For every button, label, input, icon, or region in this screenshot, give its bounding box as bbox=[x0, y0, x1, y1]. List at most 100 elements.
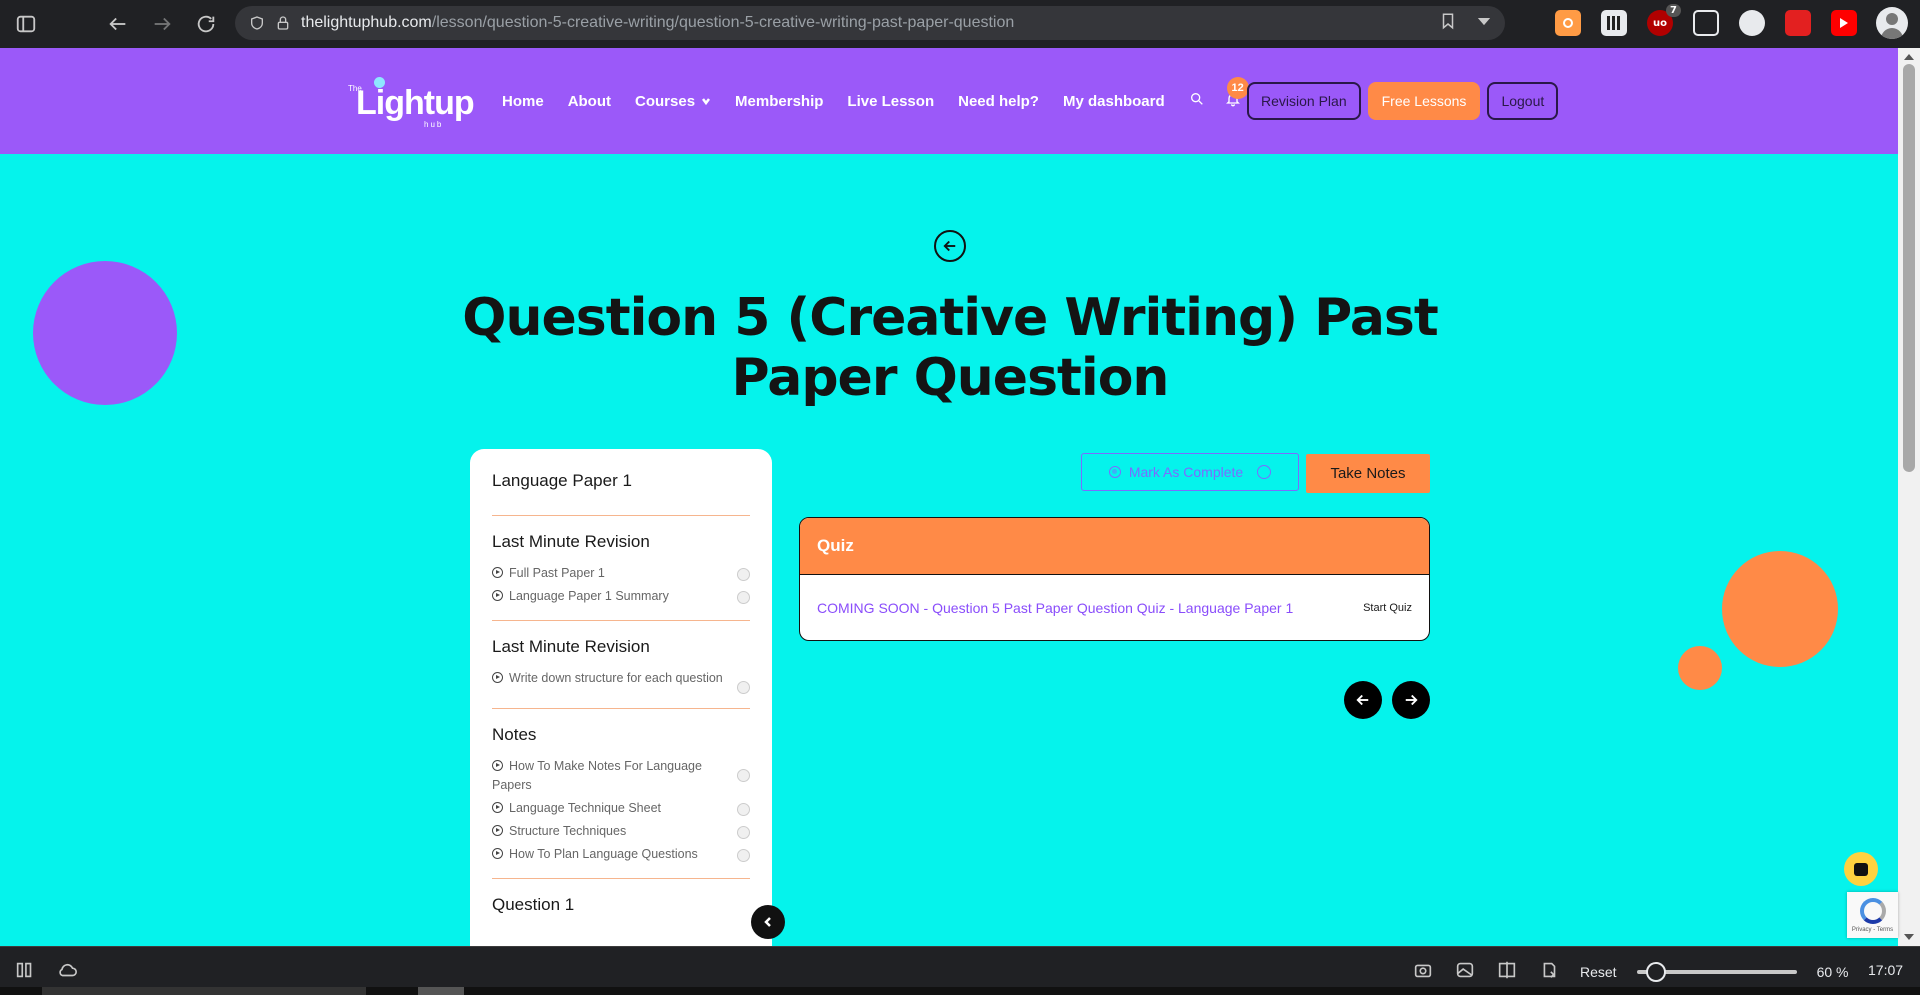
orange-extension-icon[interactable] bbox=[1555, 10, 1581, 36]
section-heading[interactable]: Question 1 bbox=[492, 895, 750, 915]
panels-icon[interactable] bbox=[14, 959, 36, 985]
shield-icon[interactable] bbox=[249, 15, 265, 31]
nav-need-help[interactable]: Need help? bbox=[958, 93, 1039, 110]
zoom-slider[interactable] bbox=[1636, 962, 1797, 982]
main-nav: Home About Courses Membership Live Lesso… bbox=[502, 48, 1249, 154]
nav-courses[interactable]: Courses bbox=[635, 93, 711, 110]
nav-membership[interactable]: Membership bbox=[735, 93, 823, 110]
quiz-card: Quiz COMING SOON - Question 5 Past Paper… bbox=[799, 517, 1430, 641]
play-circle-icon bbox=[492, 672, 503, 683]
revision-plan-button[interactable]: Revision Plan bbox=[1247, 82, 1361, 120]
decorative-purple-circle bbox=[33, 261, 177, 405]
url-text[interactable]: thelightuphub.com/lesson/question-5-crea… bbox=[301, 14, 1014, 32]
back-to-course-button[interactable] bbox=[934, 230, 966, 262]
target-icon bbox=[1108, 466, 1121, 478]
extensions-area: uo 7 bbox=[1555, 4, 1857, 36]
logout-button[interactable]: Logout bbox=[1487, 82, 1559, 120]
glasses-extension-icon[interactable] bbox=[1693, 10, 1719, 36]
quiz-title-link[interactable]: COMING SOON - Question 5 Past Paper Ques… bbox=[817, 600, 1293, 616]
qr-extension-icon[interactable] bbox=[1601, 10, 1627, 36]
profile-avatar-icon[interactable] bbox=[1876, 7, 1908, 39]
notification-count-badge: 12 bbox=[1226, 77, 1249, 99]
lesson-status-icon bbox=[737, 568, 750, 581]
lock-icon[interactable] bbox=[275, 15, 291, 31]
ublock-extension-icon[interactable]: uo 7 bbox=[1647, 4, 1681, 36]
notifications-button[interactable]: 12 bbox=[1225, 77, 1249, 111]
red-play-extension-icon[interactable] bbox=[1785, 10, 1811, 36]
back-icon[interactable] bbox=[96, 0, 140, 48]
section-heading[interactable]: Last Minute Revision bbox=[492, 637, 750, 657]
play-circle-icon bbox=[492, 802, 503, 813]
scroll-up-icon[interactable] bbox=[1904, 54, 1914, 60]
lesson-item[interactable]: Write down structure for each question bbox=[492, 669, 750, 694]
lesson-label: Language Technique Sheet bbox=[509, 801, 661, 815]
collapse-sidebar-button[interactable] bbox=[751, 905, 785, 939]
tab-indicator[interactable] bbox=[42, 987, 366, 995]
scroll-down-icon[interactable] bbox=[1904, 934, 1914, 940]
chevron-left-icon bbox=[764, 917, 771, 927]
lesson-sidebar: Language Paper 1 Last Minute Revision Fu… bbox=[470, 449, 772, 949]
lesson-item[interactable]: Full Past Paper 1 bbox=[492, 564, 750, 583]
lesson-item[interactable]: How To Make Notes For Language Papers bbox=[492, 757, 750, 795]
section-heading[interactable]: Notes bbox=[492, 725, 750, 745]
lesson-item[interactable]: How To Plan Language Questions bbox=[492, 845, 750, 864]
cloud-icon[interactable] bbox=[56, 959, 78, 985]
lesson-label: How To Plan Language Questions bbox=[509, 847, 698, 861]
nav-about[interactable]: About bbox=[568, 93, 611, 110]
tile-icon[interactable] bbox=[1496, 959, 1518, 985]
decorative-orange-circle bbox=[1722, 551, 1838, 667]
address-bar[interactable]: thelightuphub.com/lesson/question-5-crea… bbox=[235, 6, 1505, 40]
search-icon[interactable] bbox=[1189, 91, 1205, 111]
lesson-item[interactable]: Language Paper 1 Summary bbox=[492, 587, 750, 606]
take-notes-button[interactable]: Take Notes bbox=[1306, 454, 1430, 493]
sidebar-section-last-minute-revision-2: Last Minute Revision Write down structur… bbox=[492, 637, 750, 709]
play-circle-icon bbox=[492, 760, 503, 771]
lesson-status-icon bbox=[737, 826, 750, 839]
clock: 17:07 bbox=[1868, 962, 1904, 978]
lesson-label: Full Past Paper 1 bbox=[509, 566, 605, 580]
free-lessons-button[interactable]: Free Lessons bbox=[1367, 82, 1481, 120]
previous-lesson-button[interactable] bbox=[1344, 681, 1382, 719]
bookmark-icon[interactable] bbox=[1439, 12, 1457, 30]
site-header: The Lightup hub Home About Courses Membe… bbox=[0, 48, 1898, 154]
forward-icon[interactable] bbox=[140, 0, 184, 48]
nav-home[interactable]: Home bbox=[502, 93, 544, 110]
zoom-slider-thumb[interactable] bbox=[1645, 962, 1666, 982]
recaptcha-terms[interactable]: Privacy - Terms bbox=[1852, 927, 1893, 933]
recaptcha-badge[interactable]: Privacy - Terms bbox=[1847, 892, 1898, 938]
owl-extension-icon[interactable] bbox=[1739, 10, 1765, 36]
sync-icon[interactable] bbox=[1538, 959, 1560, 985]
start-quiz-link[interactable]: Start Quiz bbox=[1363, 602, 1412, 614]
mark-complete-label: Mark As Complete bbox=[1128, 464, 1244, 480]
nav-courses-label: Courses bbox=[635, 92, 696, 110]
image-icon[interactable] bbox=[1454, 959, 1476, 985]
screenshot-icon[interactable] bbox=[1412, 959, 1434, 985]
section-heading[interactable]: Language Paper 1 bbox=[492, 471, 750, 491]
chevron-down-icon[interactable] bbox=[1475, 12, 1493, 30]
circle-icon bbox=[1257, 465, 1272, 479]
lesson-status-icon bbox=[737, 803, 750, 816]
chat-widget-button[interactable] bbox=[1844, 852, 1878, 886]
arrow-left-icon bbox=[943, 240, 956, 252]
next-lesson-button[interactable] bbox=[1392, 681, 1430, 719]
sidebar-toggle-icon[interactable] bbox=[4, 0, 48, 48]
site-logo[interactable]: The Lightup hub bbox=[346, 76, 475, 129]
scroll-thumb[interactable] bbox=[1903, 64, 1915, 472]
play-circle-icon bbox=[492, 567, 503, 578]
reload-icon[interactable] bbox=[184, 0, 228, 48]
mark-as-complete-button[interactable]: Mark As Complete bbox=[1081, 453, 1299, 491]
play-circle-icon bbox=[492, 825, 503, 836]
lesson-item[interactable]: Structure Techniques bbox=[492, 822, 750, 841]
tab-indicator[interactable] bbox=[418, 987, 464, 995]
nav-my-dashboard[interactable]: My dashboard bbox=[1063, 93, 1165, 110]
youtube-extension-icon[interactable] bbox=[1831, 10, 1857, 36]
sidebar-section-last-minute-revision: Last Minute Revision Full Past Paper 1 L… bbox=[492, 532, 750, 621]
nav-live-lesson[interactable]: Live Lesson bbox=[847, 93, 934, 110]
lesson-item[interactable]: Language Technique Sheet bbox=[492, 799, 750, 818]
zoom-reset-button[interactable]: Reset bbox=[1580, 964, 1617, 980]
section-heading[interactable]: Last Minute Revision bbox=[492, 532, 750, 552]
sidebar-section-language-paper-1: Language Paper 1 bbox=[492, 471, 750, 516]
page-scrollbar[interactable] bbox=[1898, 48, 1920, 946]
quiz-row: COMING SOON - Question 5 Past Paper Ques… bbox=[800, 575, 1429, 640]
quiz-header: Quiz bbox=[800, 518, 1429, 575]
